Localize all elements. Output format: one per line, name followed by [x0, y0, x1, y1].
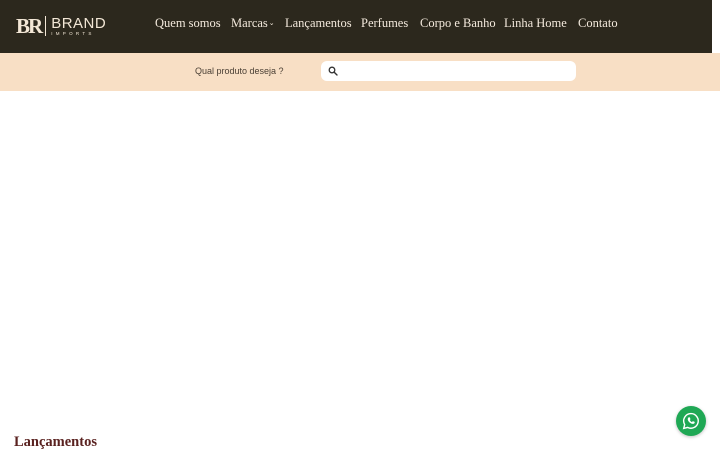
search-bar: Qual produto deseja ? [0, 53, 720, 91]
nav-item-quem-somos[interactable]: Quem somos [155, 16, 221, 30]
nav-item-marcas[interactable]: Marcas⌄ [231, 16, 275, 30]
nav-item-label: Marcas [231, 16, 268, 30]
logo-brand-subtitle: IMPORTS [51, 30, 95, 36]
brand-logo[interactable]: BR BRAND IMPORTS [16, 14, 106, 38]
site-header: BR BRAND IMPORTS Quem somos Marcas⌄ Lanç… [0, 0, 712, 53]
nav-item-perfumes[interactable]: Perfumes [361, 16, 408, 30]
logo-mark: BR [16, 14, 43, 38]
search-input[interactable] [341, 63, 569, 79]
nav-item-lancamentos[interactable]: Lançamentos [285, 16, 352, 30]
logo-divider [45, 16, 47, 36]
nav-item-contato[interactable]: Contato [578, 16, 618, 30]
search-box[interactable] [321, 61, 576, 81]
search-label: Qual produto deseja ? [195, 66, 284, 76]
nav-item-linha-home[interactable]: Linha Home [504, 16, 567, 30]
chevron-down-icon: ⌄ [268, 19, 275, 27]
nav-item-corpo-e-banho[interactable]: Corpo e Banho [420, 16, 496, 30]
whatsapp-chat-button[interactable] [676, 406, 706, 436]
whatsapp-icon [682, 412, 699, 430]
section-title-lancamentos: Lançamentos [14, 434, 97, 450]
logo-text: BRAND IMPORTS [51, 16, 106, 37]
search-icon [328, 66, 338, 76]
logo-brand-name: BRAND [51, 14, 107, 32]
header-edge [712, 0, 720, 53]
